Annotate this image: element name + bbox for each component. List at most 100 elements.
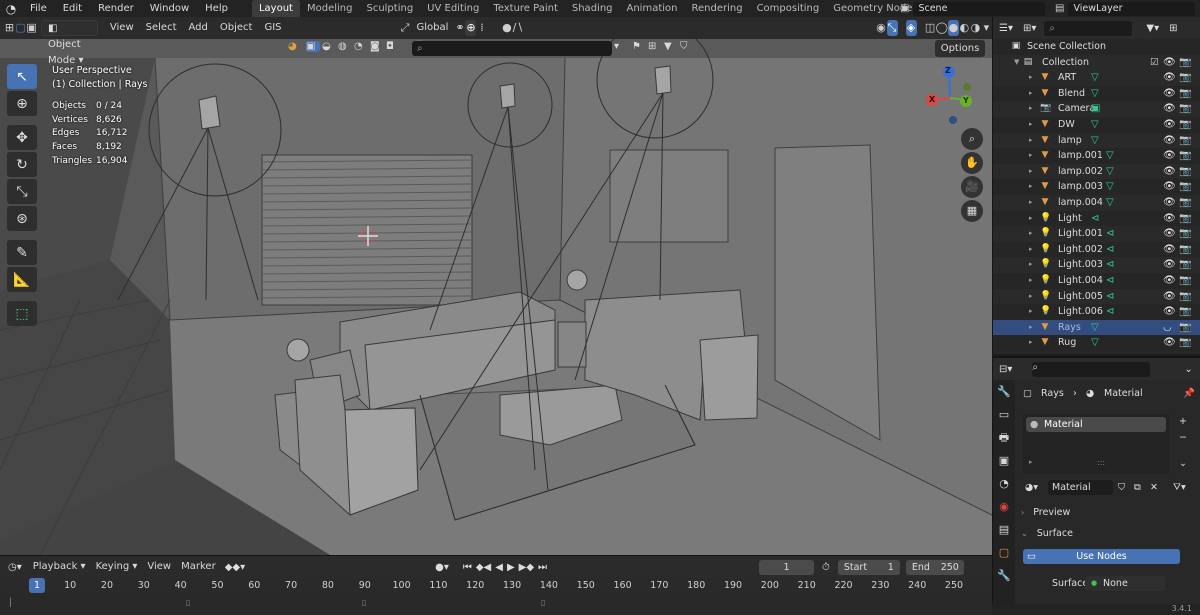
tab-modeling[interactable]: Modeling xyxy=(300,0,360,17)
measure-tool-icon[interactable]: 📐 xyxy=(7,267,37,292)
eye-icon[interactable]: 👁 xyxy=(1163,289,1176,305)
pin-icon[interactable]: 📌 xyxy=(1183,388,1195,399)
eye-icon[interactable]: 👁 xyxy=(1163,226,1176,242)
filter-mesh-icon[interactable]: ▣ xyxy=(306,41,320,52)
object-tab-icon[interactable]: ▢ xyxy=(993,541,1015,564)
camera-icon[interactable]: 📷 xyxy=(1179,226,1191,242)
tab-uv-editing[interactable]: UV Editing xyxy=(420,0,486,17)
camera-icon[interactable]: 📷 xyxy=(1179,273,1191,289)
expand-arrow-icon[interactable]: ▸ xyxy=(1029,195,1033,211)
properties-editor-icon[interactable]: ⊟▾ xyxy=(999,364,1012,375)
expand-arrow-icon[interactable]: ▸ xyxy=(1029,289,1033,305)
outliner-row-lamp[interactable]: ▸ ▼ lamp ▽ 👁 📷 xyxy=(993,132,1200,149)
outliner-row-light-005[interactable]: ▸ 💡 Light.005 ⊲ 👁 📷 xyxy=(993,288,1200,305)
material-shading-icon[interactable]: ◐ xyxy=(959,20,970,36)
outliner-editor-icon[interactable]: ☰▾ xyxy=(999,23,1013,34)
use-nodes-button[interactable]: ▭ Use Nodes xyxy=(1023,549,1180,564)
outliner-row-rug[interactable]: ▸ ▼ Rug ▽ 👁 📷 xyxy=(993,335,1200,351)
expand-arrow-icon[interactable]: ▸ xyxy=(1029,320,1033,336)
proportional-edit-icon[interactable]: ● xyxy=(501,20,512,36)
world-tab-icon[interactable]: ◉ xyxy=(993,495,1015,518)
mesh-data-icon[interactable]: ▽ xyxy=(1106,179,1114,195)
filter-icon[interactable]: ▼ xyxy=(664,41,672,52)
outliner-row-rays[interactable]: ▸ ▼ Rays ▽ ◡ 📷 xyxy=(993,319,1200,336)
frame-ruler[interactable]: 1 10 20 30 40 50 60 70 80 90 100 110 120 130 140 150 160… xyxy=(0,578,992,593)
scene-collection-row[interactable]: ▣ Scene Collection xyxy=(993,39,1200,55)
outliner-search-input[interactable]: ⌕ xyxy=(1044,20,1133,36)
menu-item-edit[interactable]: Edit xyxy=(55,0,90,17)
hierarchy-icon[interactable]: ⊞ xyxy=(648,41,656,52)
light-data-icon[interactable]: ⊲ xyxy=(1106,242,1114,258)
eye-icon[interactable]: 👁 xyxy=(1163,195,1176,211)
scene-tab-icon[interactable]: ◔ xyxy=(993,472,1015,495)
view-layer-tab-icon[interactable]: ▣ xyxy=(993,449,1015,472)
eye-icon[interactable]: 👁 xyxy=(1163,70,1176,86)
menu-item-window[interactable]: Window xyxy=(142,0,197,17)
keyframe-nav-icon[interactable]: ◆◆▾ xyxy=(225,562,245,573)
viewport-menu-view[interactable]: View xyxy=(104,17,140,39)
eye-icon[interactable]: 👁 xyxy=(1163,55,1176,71)
collection-tab-icon[interactable]: ▤ xyxy=(993,518,1015,541)
pan-hand-icon[interactable]: ✋ xyxy=(961,152,983,174)
eye-icon[interactable]: 👁 xyxy=(1163,117,1176,133)
expand-arrow-icon[interactable]: ▸ xyxy=(1029,179,1033,195)
expand-arrow-icon[interactable]: ▸ xyxy=(1029,117,1033,133)
xray-icon[interactable]: ◫ xyxy=(925,20,936,36)
eye-icon[interactable]: 👁 xyxy=(1163,242,1176,258)
light-data-icon[interactable]: ⊲ xyxy=(1106,226,1114,242)
material-slot[interactable]: ● Material xyxy=(1026,417,1166,432)
jump-start-icon[interactable]: ⏮ xyxy=(463,562,472,573)
end-frame-field[interactable]: End 250 xyxy=(905,559,964,575)
camera-icon[interactable]: 📷 xyxy=(1179,117,1191,133)
light-data-icon[interactable]: ⊲ xyxy=(1106,304,1114,320)
outliner-row-light-004[interactable]: ▸ 💡 Light.004 ⊲ 👁 📷 xyxy=(993,272,1200,289)
filter-icon[interactable]: ▼▾ xyxy=(1146,23,1159,34)
fake-user-icon[interactable]: ⛉ xyxy=(1118,482,1125,493)
expand-arrow-icon[interactable]: ▸ xyxy=(1029,164,1033,180)
material-slot-list[interactable]: ● Material ::: ▸ xyxy=(1023,414,1169,474)
camera-icon[interactable]: 📷 xyxy=(1179,101,1191,117)
mesh-data-icon[interactable]: ▽ xyxy=(1106,164,1114,180)
duplicate-material-icon[interactable]: ⧉ xyxy=(1134,482,1141,493)
expand-arrow-icon[interactable]: ▸ xyxy=(1029,133,1033,149)
camera-icon[interactable]: 📷 xyxy=(1179,133,1191,149)
select-mode-icon[interactable]: ▣ xyxy=(26,20,37,36)
view-layer-name-field[interactable]: ViewLayer xyxy=(1068,1,1195,16)
play-reverse-icon[interactable]: ◀ xyxy=(495,562,503,573)
tab-texture-paint[interactable]: Texture Paint xyxy=(486,0,565,17)
viewport-menu-object[interactable]: Object xyxy=(214,17,259,39)
eye-icon[interactable]: 👁 xyxy=(1163,179,1176,195)
expand-arrow-icon[interactable]: ▸ xyxy=(1029,211,1033,227)
outliner-row-light-002[interactable]: ▸ 💡 Light.002 ⊲ 👁 📷 xyxy=(993,241,1200,258)
eye-icon[interactable]: 👁 xyxy=(1163,257,1176,273)
filter-empty-icon[interactable]: ◙ xyxy=(370,41,380,52)
scale-tool-icon[interactable]: ⤡ xyxy=(7,179,37,204)
viewport-menu-gis[interactable]: GIS xyxy=(258,17,287,39)
ortho-grid-icon[interactable]: ▦ xyxy=(961,200,983,222)
mesh-data-icon[interactable]: ▽ xyxy=(1091,70,1099,86)
light-data-icon[interactable]: ⊲ xyxy=(1106,257,1114,273)
filter-camera-icon[interactable]: ◔ xyxy=(354,41,363,52)
wireframe-shading-icon[interactable]: ◯ xyxy=(936,20,948,36)
tab-sculpting[interactable]: Sculpting xyxy=(359,0,420,17)
camera-icon[interactable]: 📷 xyxy=(1179,195,1191,211)
rotate-tool-icon[interactable]: ↻ xyxy=(7,152,37,177)
eye-closed-icon[interactable]: ◡ xyxy=(1163,320,1172,336)
material-name-field[interactable]: Material xyxy=(1048,480,1113,495)
camera-icon[interactable]: 📷 xyxy=(1179,164,1191,180)
scroll-handle-icon[interactable]: ▏ xyxy=(10,598,16,607)
filter-curve-icon[interactable]: ◒ xyxy=(322,41,331,52)
overlay-toggle-icon[interactable]: ◈ xyxy=(905,20,917,36)
camera-data-icon[interactable]: ▣ xyxy=(1091,101,1100,117)
record-icon[interactable]: ●▾ xyxy=(435,562,449,573)
output-tab-icon[interactable]: 🖶 xyxy=(993,426,1015,449)
gizmo-y-label[interactable]: Y xyxy=(963,96,969,105)
outliner-row-light[interactable]: ▸ 💡 Light ⊲ 👁 📷 xyxy=(993,210,1200,227)
preview-panel-header[interactable]: › Preview xyxy=(1021,503,1191,523)
timeline-menu-marker[interactable]: Marker xyxy=(176,556,221,578)
annotate-tool-icon[interactable]: ✎ xyxy=(7,240,37,265)
menu-item-file[interactable]: File xyxy=(22,0,55,17)
tab-animation[interactable]: Animation xyxy=(620,0,685,17)
expand-arrow-icon[interactable]: ▸ xyxy=(1029,257,1033,273)
tab-shading[interactable]: Shading xyxy=(565,0,620,17)
